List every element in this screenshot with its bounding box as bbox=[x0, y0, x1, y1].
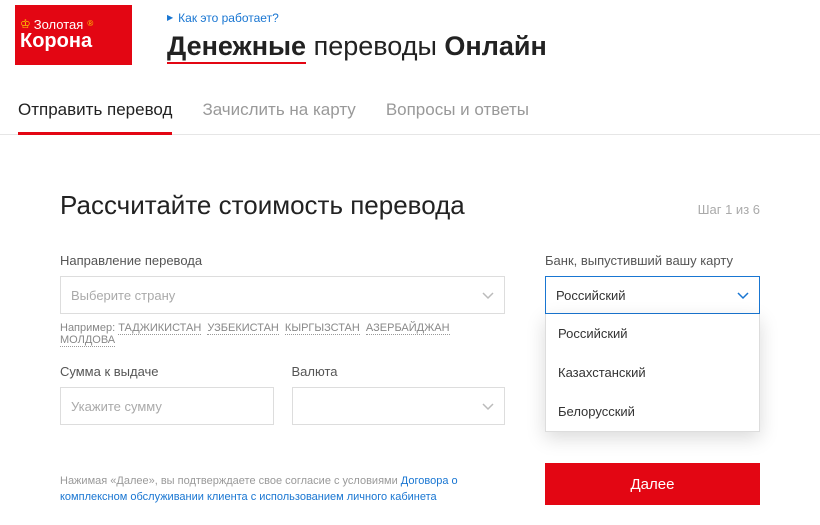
example-country[interactable]: УЗБЕКИСТАН bbox=[207, 322, 278, 335]
amount-input[interactable]: Укажите сумму bbox=[60, 387, 274, 425]
bank-selected: Российский bbox=[556, 288, 626, 303]
trademark-icon: ® bbox=[87, 20, 93, 28]
crown-icon: ♔ bbox=[20, 18, 31, 31]
play-icon: ▶ bbox=[167, 13, 173, 22]
next-button[interactable]: Далее bbox=[545, 463, 760, 505]
consent-text: Нажимая «Далее», вы подтверждаете свое с… bbox=[60, 474, 505, 505]
bank-option[interactable]: Российский bbox=[546, 314, 759, 353]
logo[interactable]: ♔ Золотая ® Корона bbox=[15, 5, 132, 65]
page-title: Денежные переводы Онлайн bbox=[167, 31, 805, 62]
currency-label: Валюта bbox=[292, 364, 506, 379]
example-country[interactable]: МОЛДОВА bbox=[60, 334, 115, 347]
example-country[interactable]: АЗЕРБАЙДЖАН bbox=[366, 322, 450, 335]
bank-label: Банк, выпустивший вашу карту bbox=[545, 253, 760, 268]
amount-label: Сумма к выдаче bbox=[60, 364, 274, 379]
how-it-works-link[interactable]: ▶ Как это работает? bbox=[167, 11, 279, 25]
country-placeholder: Выберите страну bbox=[71, 288, 175, 303]
tab-faq[interactable]: Вопросы и ответы bbox=[386, 100, 529, 134]
how-link-text: Как это работает? bbox=[178, 11, 279, 25]
logo-line1: Золотая bbox=[34, 18, 84, 32]
tabs: Отправить перевод Зачислить на карту Воп… bbox=[0, 65, 820, 135]
chevron-down-icon bbox=[482, 288, 494, 303]
logo-line2: Корона bbox=[20, 31, 132, 52]
bank-option[interactable]: Белорусский bbox=[546, 392, 759, 431]
chevron-down-icon bbox=[737, 288, 749, 303]
example-country[interactable]: КЫРГЫЗСТАН bbox=[285, 322, 360, 335]
amount-placeholder: Укажите сумму bbox=[71, 399, 162, 414]
chevron-down-icon bbox=[482, 399, 494, 414]
direction-hint: Например: ТАДЖИКИСТАН УЗБЕКИСТАН КЫРГЫЗС… bbox=[60, 322, 505, 346]
bank-dropdown: РоссийскийКазахстанскийБелорусский bbox=[545, 314, 760, 432]
direction-label: Направление перевода bbox=[60, 253, 505, 268]
step-title: Рассчитайте стоимость перевода bbox=[60, 190, 465, 221]
bank-option[interactable]: Казахстанский bbox=[546, 353, 759, 392]
country-select[interactable]: Выберите страну bbox=[60, 276, 505, 314]
example-country[interactable]: ТАДЖИКИСТАН bbox=[118, 322, 201, 335]
currency-select[interactable] bbox=[292, 387, 506, 425]
bank-select[interactable]: Российский bbox=[545, 276, 760, 314]
tab-send[interactable]: Отправить перевод bbox=[18, 100, 172, 135]
step-indicator: Шаг 1 из 6 bbox=[698, 202, 760, 217]
tab-credit-to-card[interactable]: Зачислить на карту bbox=[202, 100, 355, 134]
